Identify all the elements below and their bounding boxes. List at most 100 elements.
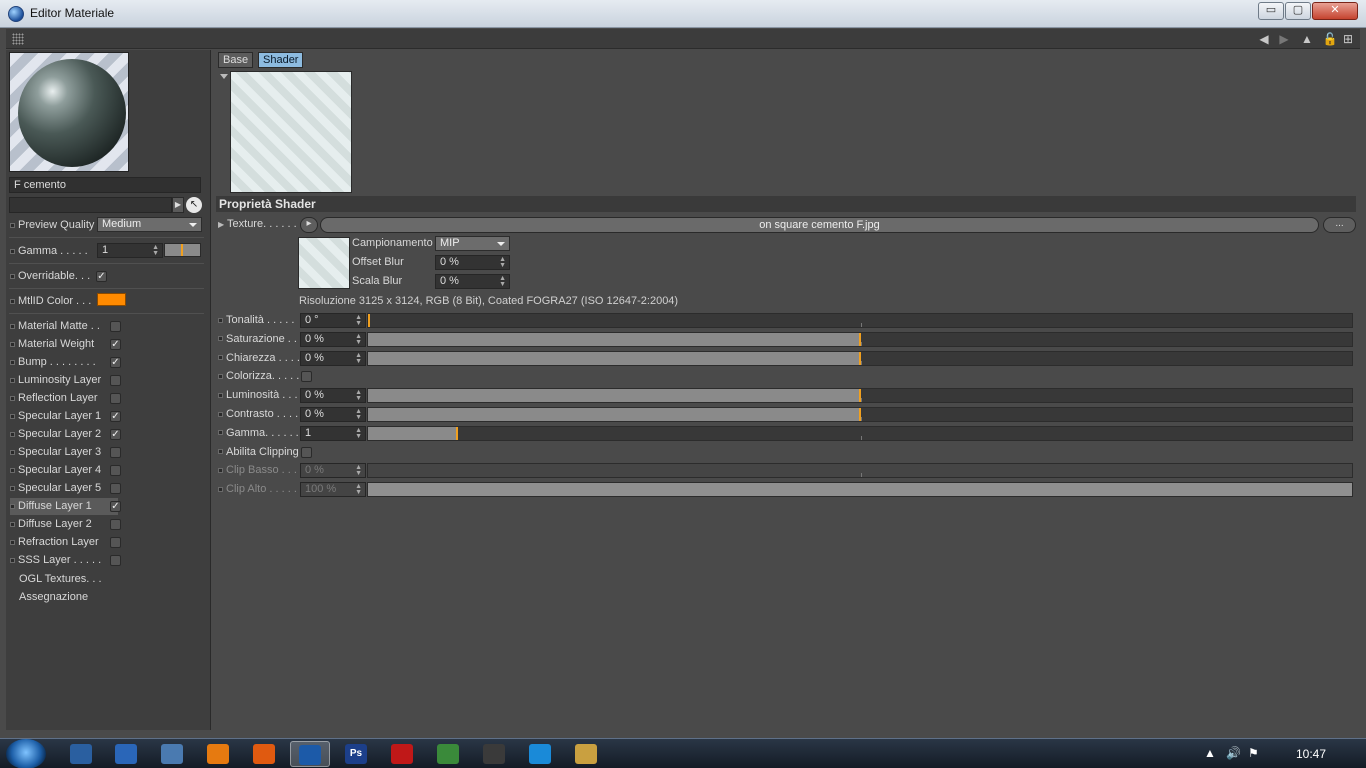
layer-checkbox[interactable]: ✓ xyxy=(110,411,121,422)
param-slider[interactable] xyxy=(367,313,1353,328)
spin-arrows-icon[interactable]: ▲ ▼ xyxy=(355,314,362,327)
layer-checkbox[interactable]: ✓ xyxy=(110,429,121,440)
layer-row[interactable]: Specular Layer 2 ✓ xyxy=(10,426,121,443)
action-center-flag-icon[interactable]: ⚑ xyxy=(1248,746,1259,760)
taskbar-app[interactable] xyxy=(61,741,101,767)
keyframe-dot-icon[interactable] xyxy=(218,336,223,342)
taskbar-app[interactable] xyxy=(198,741,238,767)
layer-checkbox[interactable] xyxy=(110,555,121,566)
layer-row[interactable]: Luminosity Layer xyxy=(10,372,121,389)
gamma-slider[interactable] xyxy=(164,243,201,257)
spin-arrows-icon[interactable]: ▲ ▼ xyxy=(355,427,362,440)
layer-row[interactable]: Material Matte . . xyxy=(10,318,121,335)
sampling-dropdown[interactable]: MIP xyxy=(435,236,510,251)
clock[interactable]: 10:47 xyxy=(1296,747,1326,761)
spin-arrows-icon[interactable]: ▲ ▼ xyxy=(355,464,362,477)
keyframe-dot-icon[interactable] xyxy=(10,503,15,509)
keyframe-dot-icon[interactable] xyxy=(10,557,15,563)
ogl-textures-item[interactable]: OGL Textures. . . xyxy=(19,571,102,588)
taskbar-app[interactable] xyxy=(152,741,192,767)
taskbar-app[interactable]: Ps xyxy=(336,741,376,767)
slider-marker[interactable] xyxy=(859,408,861,421)
spin-arrows-icon[interactable]: ▲ ▼ xyxy=(499,256,506,269)
taskbar-app[interactable] xyxy=(244,741,284,767)
gamma-input[interactable]: 1 ▲ ▼ xyxy=(97,243,163,258)
texture-menu-button[interactable]: ▸ xyxy=(300,217,318,233)
taskbar-app[interactable] xyxy=(566,741,606,767)
param-slider[interactable] xyxy=(367,388,1353,404)
taskbar-app[interactable] xyxy=(520,741,560,767)
layer-row[interactable]: Refraction Layer xyxy=(10,534,121,551)
keyframe-dot-icon[interactable] xyxy=(10,298,15,304)
keyframe-dot-icon[interactable] xyxy=(218,430,223,436)
maximize-button[interactable]: ▢ xyxy=(1285,2,1311,20)
spin-arrows-icon[interactable]: ▲ ▼ xyxy=(355,408,362,421)
layer-row[interactable]: Specular Layer 5 xyxy=(10,480,121,497)
layer-checkbox[interactable] xyxy=(110,519,121,530)
texture-file-field[interactable]: on square cemento F.jpg xyxy=(320,217,1319,233)
layer-row[interactable]: Bump . . . . . . . . ✓ xyxy=(10,354,121,371)
layer-checkbox[interactable] xyxy=(110,321,121,332)
keyframe-dot-icon[interactable] xyxy=(218,355,223,361)
keyframe-dot-icon[interactable] xyxy=(10,413,15,419)
keyframe-dot-icon[interactable] xyxy=(10,248,15,254)
lock-icon[interactable]: 🔓 xyxy=(1322,31,1338,47)
assignment-item[interactable]: Assegnazione xyxy=(19,589,88,606)
layer-row[interactable]: Reflection Layer xyxy=(10,390,121,407)
gamma-slider-marker[interactable] xyxy=(181,244,183,256)
slider-marker[interactable] xyxy=(859,351,861,365)
keyframe-dot-icon[interactable] xyxy=(218,392,223,398)
keyframe-dot-icon[interactable] xyxy=(10,449,15,455)
material-name-field[interactable]: F cemento xyxy=(9,177,201,193)
arrow-left-icon[interactable]: ◀ xyxy=(1256,31,1272,47)
keyframe-dot-icon[interactable] xyxy=(10,359,15,365)
slider-marker[interactable] xyxy=(859,389,861,403)
taskbar-app[interactable] xyxy=(290,741,330,767)
slider-marker[interactable] xyxy=(455,426,458,440)
layer-row[interactable]: Diffuse Layer 2 xyxy=(10,516,121,533)
layer-row[interactable]: SSS Layer . . . . . xyxy=(10,552,121,569)
keyframe-dot-icon[interactable] xyxy=(218,467,223,473)
layer-checkbox[interactable]: ✓ xyxy=(110,501,121,512)
material-sub-field[interactable] xyxy=(9,197,172,213)
grip-icon[interactable] xyxy=(12,33,24,45)
keyframe-dot-icon[interactable] xyxy=(218,317,223,323)
layer-checkbox[interactable] xyxy=(110,465,121,476)
texture-browse-button[interactable]: ... xyxy=(1323,217,1356,233)
collapse-arrow-icon[interactable] xyxy=(220,74,228,79)
param-slider[interactable] xyxy=(367,425,1353,441)
slider-marker[interactable] xyxy=(368,314,370,327)
param-slider[interactable] xyxy=(367,407,1353,422)
expand-arrow-icon[interactable]: ▶ xyxy=(172,197,184,213)
keyframe-dot-icon[interactable] xyxy=(10,395,15,401)
keyframe-dot-icon[interactable] xyxy=(10,222,15,228)
layer-checkbox[interactable] xyxy=(110,483,121,494)
arrow-up-icon[interactable]: ▲ xyxy=(1299,31,1315,47)
param-value-input[interactable]: 1 ▲ ▼ xyxy=(300,425,366,441)
keyframe-dot-icon[interactable] xyxy=(10,539,15,545)
layer-checkbox[interactable]: ✓ xyxy=(110,357,121,368)
param-value-input[interactable]: 0 % ▲ ▼ xyxy=(300,350,366,366)
tab-shader[interactable]: Shader xyxy=(258,52,304,68)
mtlid-color-swatch[interactable] xyxy=(97,293,126,306)
keyframe-dot-icon[interactable] xyxy=(10,323,15,329)
param-value-input[interactable]: 0 % ▲ ▼ xyxy=(300,331,366,347)
keyframe-dot-icon[interactable] xyxy=(218,486,223,492)
close-button[interactable]: ✕ xyxy=(1312,2,1358,20)
keyframe-dot-icon[interactable] xyxy=(10,273,15,279)
keyframe-dot-icon[interactable] xyxy=(10,431,15,437)
layer-checkbox[interactable] xyxy=(110,375,121,386)
spin-arrows-icon[interactable]: ▲ ▼ xyxy=(152,244,159,257)
spin-arrows-icon[interactable]: ▲ ▼ xyxy=(355,389,362,402)
minimize-button[interactable]: ▭ xyxy=(1258,2,1284,20)
keyframe-dot-icon[interactable] xyxy=(10,341,15,347)
start-button[interactable] xyxy=(6,739,46,768)
keyframe-dot-icon[interactable] xyxy=(10,377,15,383)
keyframe-dot-icon[interactable] xyxy=(10,467,15,473)
taskbar-app[interactable] xyxy=(428,741,468,767)
tab-base[interactable]: Base xyxy=(218,52,254,68)
layer-row[interactable]: Specular Layer 1 ✓ xyxy=(10,408,121,425)
slider-marker[interactable] xyxy=(859,332,861,346)
offset-blur-input[interactable]: 0 % ▲ ▼ xyxy=(435,255,510,270)
layer-checkbox[interactable]: ✓ xyxy=(110,339,121,350)
